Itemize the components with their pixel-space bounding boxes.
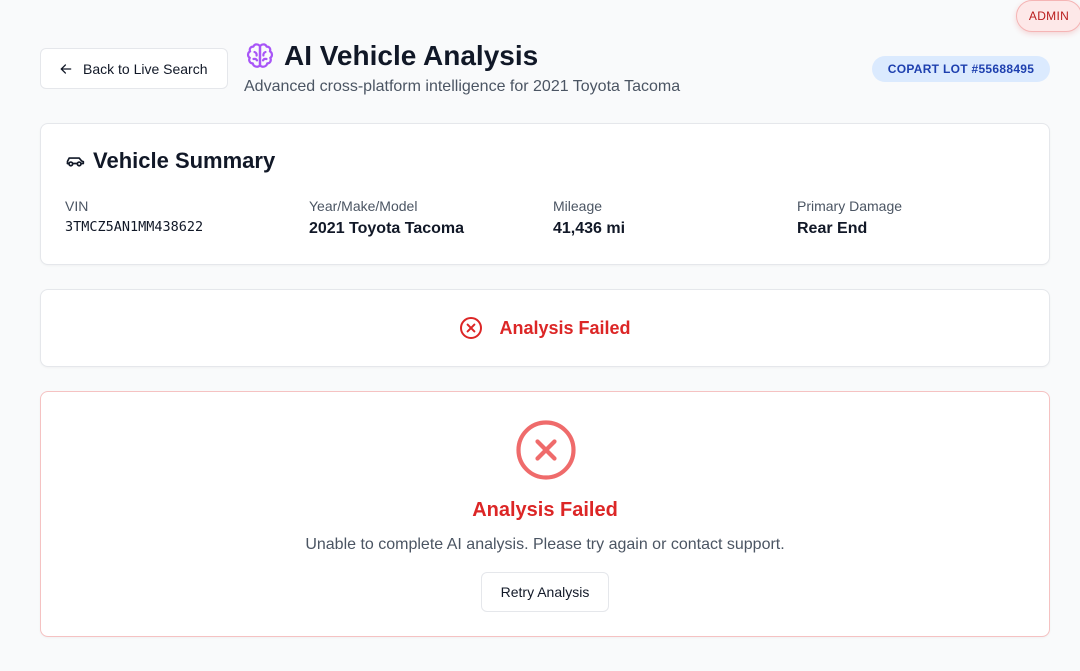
- vin-field: VIN 3TMCZ5AN1MM438622: [65, 198, 203, 235]
- year-make-model-value: 2021 Toyota Tacoma: [309, 220, 465, 237]
- analysis-page: ADMIN Back to Live Search AI Vehicle Ana…: [0, 0, 1080, 671]
- primary-damage-value: Rear End: [797, 220, 868, 237]
- primary-damage-field: Primary Damage Rear End: [797, 198, 902, 238]
- x-circle-icon: [460, 317, 483, 339]
- vin-label: VIN: [65, 198, 89, 214]
- vehicle-summary-title: Vehicle Summary: [93, 148, 276, 173]
- copart-lot-badge: COPART LOT #55688495: [872, 56, 1050, 82]
- mileage-field: Mileage 41,436 mi: [553, 198, 625, 238]
- admin-badge[interactable]: ADMIN: [1016, 0, 1080, 32]
- vin-value: 3TMCZ5AN1MM438622: [65, 219, 204, 235]
- arrow-left-icon: [60, 63, 72, 74]
- error-message: Unable to complete AI analysis. Please t…: [305, 536, 785, 553]
- vehicle-summary-header: Vehicle Summary: [65, 148, 275, 174]
- brain-icon: [246, 43, 274, 68]
- error-title: Analysis Failed: [472, 499, 618, 521]
- back-to-live-search-button[interactable]: Back to Live Search: [40, 48, 228, 89]
- back-button-label: Back to Live Search: [83, 60, 208, 77]
- vehicle-summary-card: Vehicle Summary VIN 3TMCZ5AN1MM438622 Ye…: [40, 123, 1050, 265]
- primary-damage-label: Primary Damage: [797, 198, 903, 214]
- analysis-status-text: Analysis Failed: [499, 317, 631, 338]
- page-subtitle: Advanced cross-platform intelligence for…: [244, 78, 681, 95]
- year-make-model-field: Year/Make/Model 2021 Toyota Tacoma: [309, 198, 464, 238]
- car-icon: [66, 157, 85, 167]
- retry-analysis-button[interactable]: Retry Analysis: [481, 572, 609, 612]
- mileage-value: 41,436 mi: [553, 220, 626, 237]
- analysis-status-card: Analysis Failed: [40, 289, 1050, 367]
- page-title: AI Vehicle Analysis: [284, 40, 539, 71]
- page-title-row: AI Vehicle Analysis: [244, 40, 538, 72]
- x-circle-icon: [516, 420, 576, 480]
- mileage-label: Mileage: [553, 198, 603, 214]
- analysis-error-card: Analysis Failed Unable to complete AI an…: [40, 391, 1050, 637]
- year-make-model-label: Year/Make/Model: [309, 198, 418, 214]
